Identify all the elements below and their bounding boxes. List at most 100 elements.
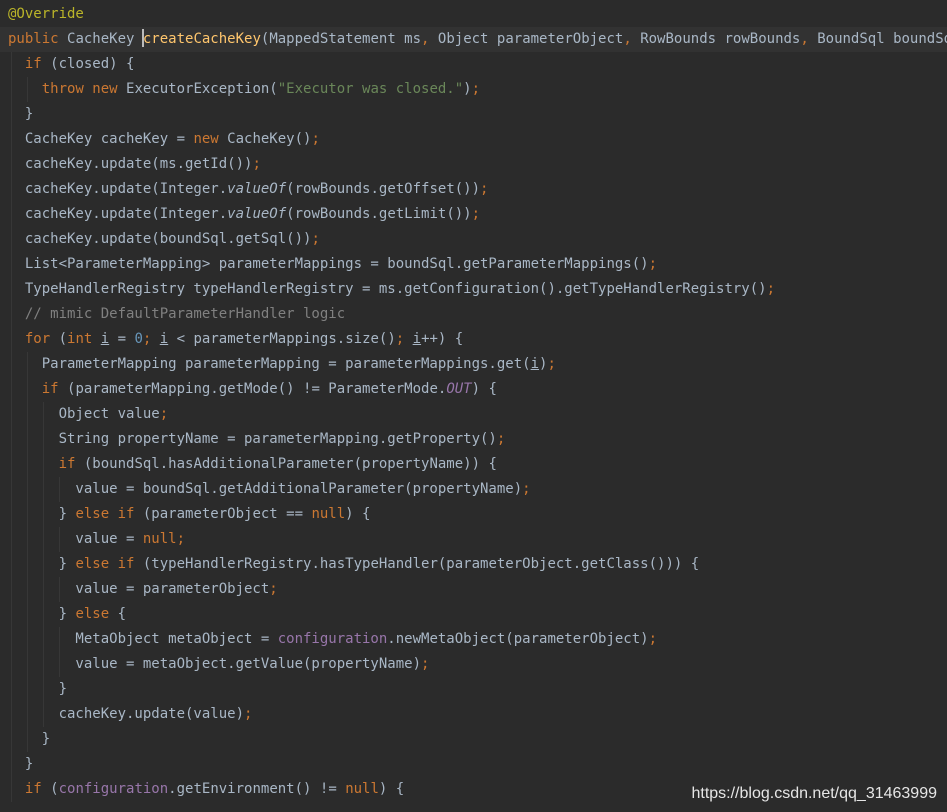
- code-token: public: [8, 31, 68, 47]
- code-text: value = parameterObject;: [8, 577, 278, 602]
- code-text: if (configuration.getEnvironment() != nu…: [8, 777, 404, 802]
- code-token: ;: [269, 581, 278, 597]
- code-token: ;: [421, 656, 430, 672]
- code-token: i: [100, 331, 110, 347]
- code-line[interactable]: }: [0, 752, 947, 777]
- code-line[interactable]: throw new ExecutorException("Executor wa…: [0, 77, 947, 102]
- code-text: cacheKey.update(Integer.valueOf(rowBound…: [8, 177, 489, 202]
- code-text: } else if (parameterObject == null) {: [8, 502, 371, 527]
- code-token: }: [8, 106, 34, 122]
- code-token: (: [50, 781, 59, 797]
- code-token: cacheKey.update(Integer.: [8, 206, 228, 222]
- code-line[interactable]: cacheKey.update(ms.getId());: [0, 152, 947, 177]
- code-line[interactable]: ParameterMapping parameterMapping = para…: [0, 352, 947, 377]
- code-token: (typeHandlerRegistry.hasTypeHandler(para…: [142, 556, 700, 572]
- code-token: value = boundSql.getAdditionalParameter(…: [8, 481, 523, 497]
- code-editor[interactable]: @Override public CacheKey createCacheKey(…: [0, 0, 947, 812]
- code-line[interactable]: List<ParameterMapping> parameterMappings…: [0, 252, 947, 277]
- code-line[interactable]: String propertyName = parameterMapping.g…: [0, 427, 947, 452]
- code-line[interactable]: cacheKey.update(value);: [0, 702, 947, 727]
- code-token: ;: [395, 331, 413, 347]
- code-line[interactable]: value = null;: [0, 527, 947, 552]
- code-token: (boundSql.hasAdditionalParameter(propert…: [83, 456, 497, 472]
- code-token: cacheKey.update(Integer.: [8, 181, 228, 197]
- code-token: String propertyName = parameterMapping.g…: [8, 431, 497, 447]
- code-text: public CacheKey createCacheKey(MappedSta…: [8, 27, 947, 52]
- code-token: for: [24, 331, 59, 347]
- code-line[interactable]: CacheKey cacheKey = new CacheKey();: [0, 127, 947, 152]
- code-token: cacheKey.update(boundSql.getSql()): [8, 231, 312, 247]
- code-token: // mimic DefaultParameterHandler logic: [24, 306, 346, 322]
- code-token: }: [8, 681, 68, 697]
- code-text: if (closed) {: [8, 52, 135, 77]
- code-token: if: [58, 456, 84, 472]
- code-token: }: [8, 756, 34, 772]
- code-token: valueOf: [227, 206, 287, 222]
- code-line[interactable]: if (closed) {: [0, 52, 947, 77]
- code-token: ++) {: [421, 331, 464, 347]
- code-line[interactable]: cacheKey.update(boundSql.getSql());: [0, 227, 947, 252]
- code-token: ): [463, 81, 472, 97]
- code-token: CacheKey cacheKey =: [8, 131, 194, 147]
- code-token: ;: [547, 356, 556, 372]
- code-line[interactable]: }: [0, 727, 947, 752]
- code-line[interactable]: // mimic DefaultParameterHandler logic: [0, 302, 947, 327]
- code-text: throw new ExecutorException("Executor wa…: [8, 77, 480, 102]
- code-token: if: [41, 381, 68, 397]
- code-line[interactable]: }: [0, 102, 947, 127]
- code-token: (rowBounds.getLimit()): [286, 206, 472, 222]
- code-token: throw new: [41, 81, 127, 97]
- code-line[interactable]: } else if (typeHandlerRegistry.hasTypeHa…: [0, 552, 947, 577]
- code-line[interactable]: value = metaObject.getValue(propertyName…: [0, 652, 947, 677]
- code-token: ;: [142, 331, 160, 347]
- code-line[interactable]: value = parameterObject;: [0, 577, 947, 602]
- code-token: cacheKey.update(value): [8, 706, 245, 722]
- code-text: }: [8, 752, 33, 777]
- code-text: if (boundSql.hasAdditionalParameter(prop…: [8, 452, 497, 477]
- code-text: for (int i = 0; i < parameterMappings.si…: [8, 327, 463, 352]
- code-token: ;: [480, 181, 489, 197]
- code-line[interactable]: if (parameterMapping.getMode() != Parame…: [0, 377, 947, 402]
- code-token: ,: [623, 31, 641, 47]
- code-line[interactable]: public CacheKey createCacheKey(MappedSta…: [0, 27, 947, 52]
- code-line[interactable]: cacheKey.update(Integer.valueOf(rowBound…: [0, 202, 947, 227]
- code-token: CacheKey: [67, 31, 143, 47]
- code-line[interactable]: }: [0, 677, 947, 702]
- code-line[interactable]: } else {: [0, 602, 947, 627]
- code-line[interactable]: } else if (parameterObject == null) {: [0, 502, 947, 527]
- code-line[interactable]: @Override: [0, 2, 947, 27]
- code-line[interactable]: for (int i = 0; i < parameterMappings.si…: [0, 327, 947, 352]
- code-text: Object value;: [8, 402, 169, 427]
- code-line[interactable]: if (boundSql.hasAdditionalParameter(prop…: [0, 452, 947, 477]
- code-token: ;: [522, 481, 531, 497]
- code-token: TypeHandlerRegistry typeHandlerRegistry …: [8, 281, 767, 297]
- code-token: }: [8, 556, 76, 572]
- watermark: https://blog.csdn.net/qq_31463999: [691, 785, 937, 802]
- code-token: new: [193, 131, 228, 147]
- code-text: cacheKey.update(value);: [8, 702, 253, 727]
- code-text: String propertyName = parameterMapping.g…: [8, 427, 506, 452]
- code-line[interactable]: MetaObject metaObject = configuration.ne…: [0, 627, 947, 652]
- code-line[interactable]: value = boundSql.getAdditionalParameter(…: [0, 477, 947, 502]
- code-token: int: [67, 331, 101, 347]
- code-text: TypeHandlerRegistry typeHandlerRegistry …: [8, 277, 775, 302]
- code-token: List<ParameterMapping> parameterMappings…: [8, 256, 649, 272]
- code-line[interactable]: TypeHandlerRegistry typeHandlerRegistry …: [0, 277, 947, 302]
- code-line[interactable]: Object value;: [0, 402, 947, 427]
- code-line[interactable]: cacheKey.update(Integer.valueOf(rowBound…: [0, 177, 947, 202]
- code-text: ParameterMapping parameterMapping = para…: [8, 352, 556, 377]
- code-token: if: [24, 56, 51, 72]
- code-token: .getEnvironment() !=: [168, 781, 346, 797]
- code-token: ;: [496, 431, 506, 447]
- code-token: (parameterMapping.getMode() != Parameter…: [67, 381, 447, 397]
- code-token: else if: [75, 556, 143, 572]
- code-text: cacheKey.update(Integer.valueOf(rowBound…: [8, 202, 480, 227]
- code-token: configuration: [277, 631, 388, 647]
- code-token: if: [24, 781, 51, 797]
- code-text: if (parameterMapping.getMode() != Parame…: [8, 377, 497, 402]
- code-token: ;: [648, 631, 658, 647]
